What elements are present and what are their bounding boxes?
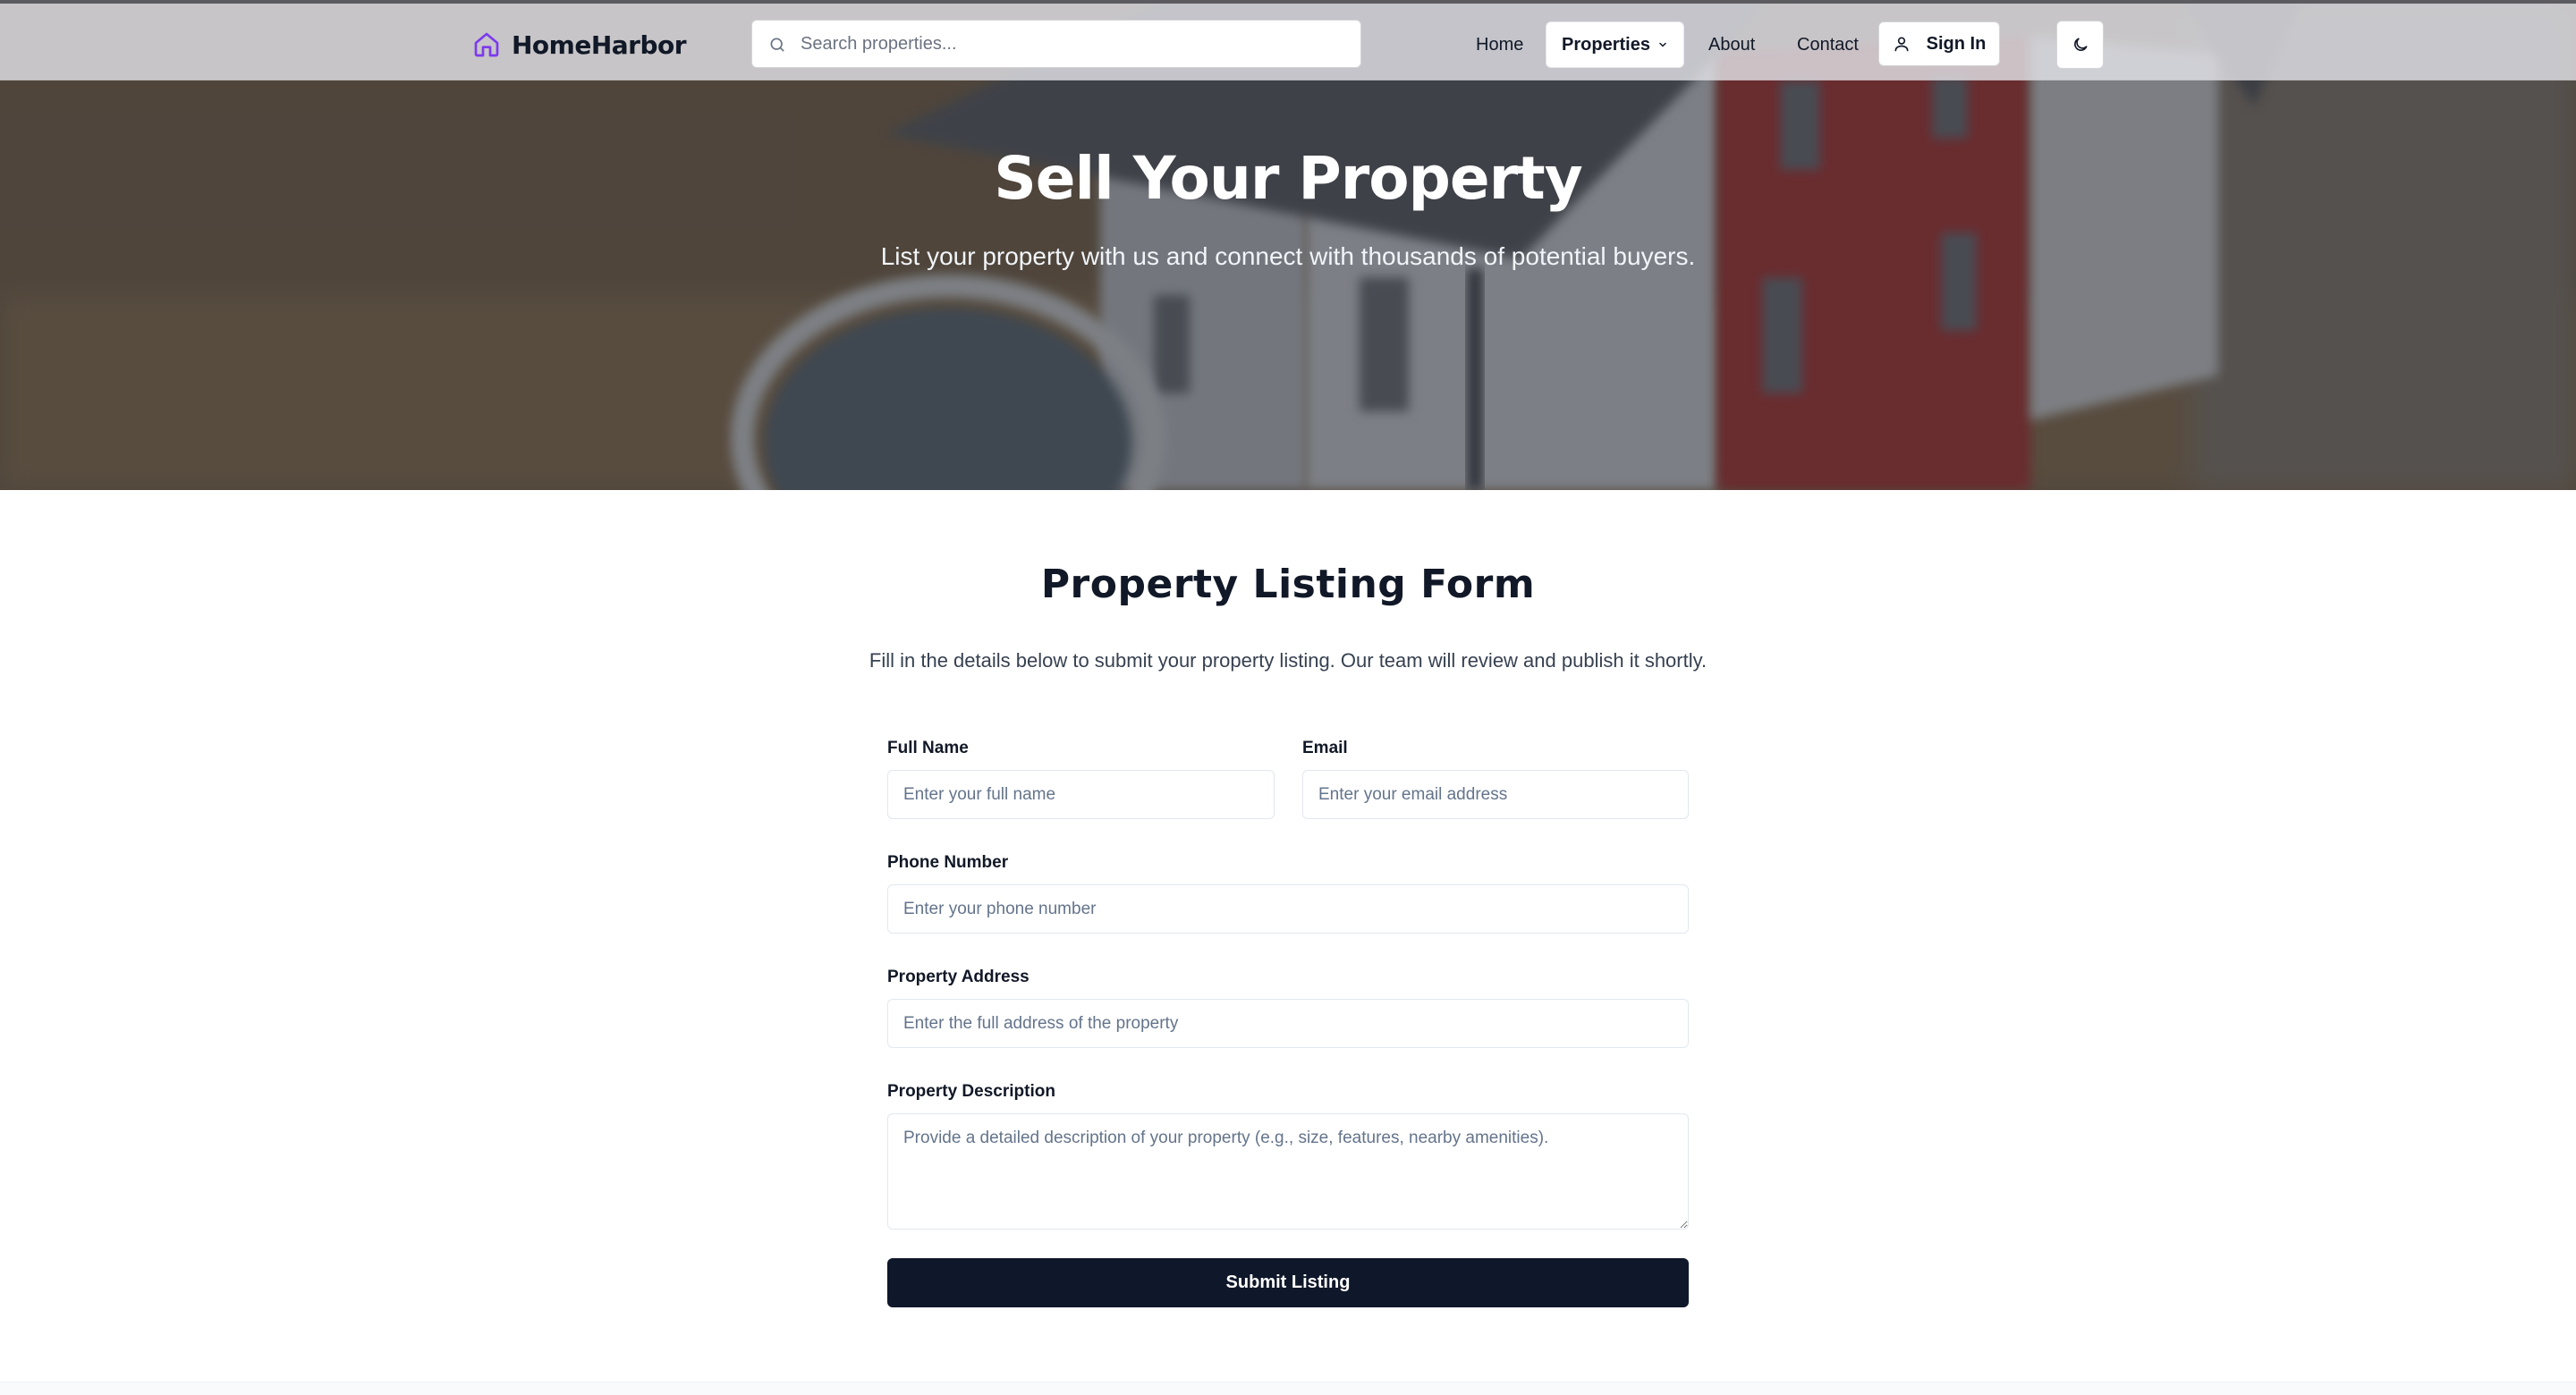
email-label: Email — [1302, 739, 1348, 757]
nav-properties-dropdown[interactable]: Properties — [1546, 21, 1684, 68]
submit-listing-button[interactable]: Submit Listing — [887, 1258, 1689, 1307]
description-label: Property Description — [887, 1082, 1055, 1101]
full-name-input[interactable] — [887, 770, 1275, 819]
email-input[interactable] — [1302, 770, 1689, 819]
nav-about-link[interactable]: About — [1708, 32, 1755, 57]
nav-contact-link[interactable]: Contact — [1797, 32, 1859, 57]
theme-toggle-button[interactable] — [2056, 21, 2104, 69]
address-label: Property Address — [887, 968, 1030, 986]
nav-properties-label: Properties — [1562, 34, 1650, 55]
moon-icon — [2073, 38, 2087, 51]
form-intro: Fill in the details below to submit your… — [869, 649, 1707, 672]
search-icon — [770, 38, 784, 52]
brand-name: HomeHarbor — [512, 30, 687, 60]
hero-subtitle: List your property with us and connect w… — [880, 242, 1696, 271]
hero-title: Sell Your Property — [994, 144, 1583, 213]
sign-in-label: Sign In — [1926, 33, 1987, 54]
search-input[interactable] — [801, 33, 1360, 55]
brand-logo-link[interactable]: HomeHarbor — [472, 27, 687, 63]
footer-edge — [0, 1382, 2576, 1395]
phone-label: Phone Number — [887, 853, 1009, 872]
user-icon — [1894, 37, 1909, 52]
address-input[interactable] — [887, 999, 1689, 1048]
hero-text: Sell Your Property List your property wi… — [0, 143, 2576, 274]
phone-input[interactable] — [887, 884, 1689, 934]
description-textarea[interactable] — [887, 1113, 1689, 1230]
nav-home-link[interactable]: Home — [1476, 32, 1523, 57]
chevron-down-icon — [1659, 42, 1666, 47]
home-icon — [474, 32, 499, 57]
search-bar — [751, 20, 1361, 68]
full-name-label: Full Name — [887, 739, 969, 757]
form-title: Property Listing Form — [1040, 562, 1536, 607]
top-navbar: HomeHarbor Home Properties About Contact… — [0, 0, 2576, 80]
sign-in-button[interactable]: Sign In — [1878, 21, 2000, 66]
